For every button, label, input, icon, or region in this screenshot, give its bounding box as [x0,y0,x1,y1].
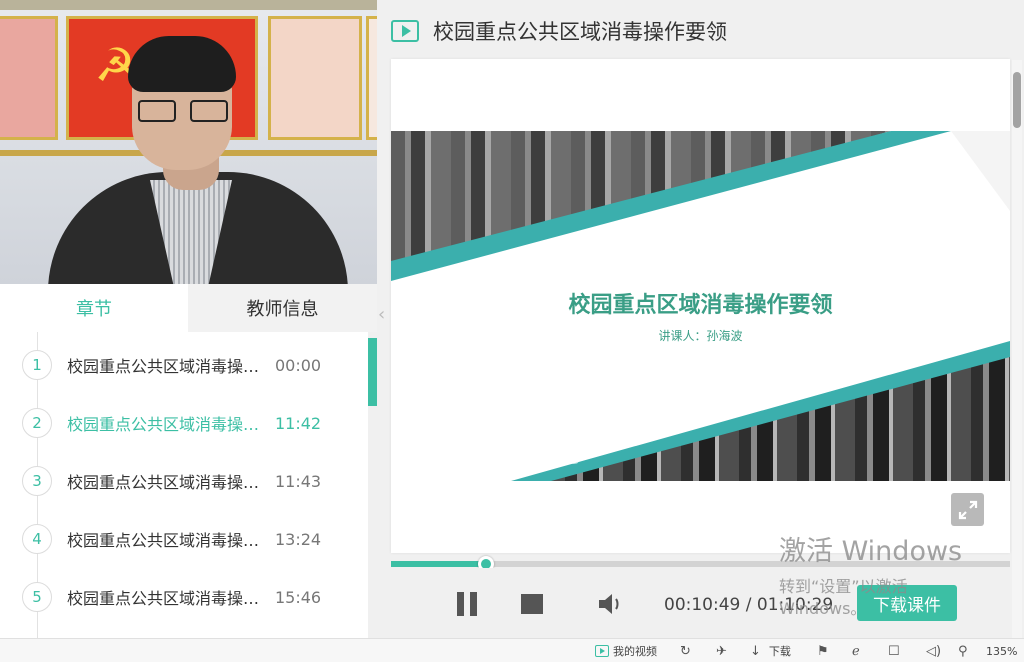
chapter-title: 校园重点公共区域消毒操作要领 [67,357,267,376]
stop-button[interactable] [521,594,543,614]
page-title: 校园重点公共区域消毒操作要领 [433,20,727,44]
chapter-title: 校园重点公共区域消毒操作要领 [67,415,267,434]
video-watermark-id: 4335825 [509,449,581,468]
download-courseware-button[interactable]: 下载课件 [857,585,957,621]
chapter-title: 校园重点公共区域消毒操作要领 [67,531,267,550]
speaker-icon [599,594,619,614]
presentation-slide: 校园重点区域消毒操作要领 讲课人：孙海波 4335825 [391,131,1010,481]
video-icon [595,645,609,657]
slide-title: 校园重点区域消毒操作要领 [568,293,833,318]
instructor-glasses [138,100,228,124]
refresh-icon[interactable]: ↻ [680,642,691,660]
chapter-number: 1 [22,350,52,380]
zoom-icon[interactable]: ⚲ [958,642,968,660]
wall-poster [366,16,377,140]
rocket-icon[interactable]: ✈ [716,642,727,660]
sidebar-tabs: 章节 教师信息 [0,284,377,332]
arrow-down-icon: ↓ [750,643,761,659]
chapter-scrollbar-thumb[interactable] [368,338,377,406]
chapter-time: 11:43 [275,471,322,491]
tab-teacher-info[interactable]: 教师信息 [188,284,377,332]
expand-icon [958,500,977,519]
chevron-left-icon[interactable]: ‹ [378,304,385,325]
volume-icon[interactable]: ◁) [926,642,941,660]
video-stage[interactable]: 校园重点区域消毒操作要领 讲课人：孙海波 4335825 [391,59,1010,553]
chapter-item-1[interactable]: 1 校园重点公共区域消毒操作要领 00:00 [0,336,368,394]
chapter-title: 校园重点公共区域消毒操作要领 [67,589,267,608]
left-panel: ☭ 章节 教师信息 1 校园重点公共区域消毒操作要领 00:00 2 校园重点公… [0,0,377,638]
player-controls: 00:10:49 / 01:10:29 下载课件 [391,568,1010,638]
chapter-list: 1 校园重点公共区域消毒操作要领 00:00 2 校园重点公共区域消毒操作要领 … [0,332,377,638]
course-header: 校园重点公共区域消毒操作要领 [391,14,727,48]
page-scrollbar[interactable] [1012,60,1022,638]
window-icon[interactable]: ☐ [888,642,900,660]
video-play-icon [391,20,419,42]
chapter-time: 11:42 [275,413,322,433]
chapter-title: 校园重点公共区域消毒操作要领 [67,473,267,492]
chapter-item-3[interactable]: 3 校园重点公共区域消毒操作要领 11:43 [0,452,368,510]
instructor-hair [128,36,236,92]
video-ceiling [0,0,377,10]
chapter-item-2[interactable]: 2 校园重点公共区域消毒操作要领 11:42 [0,394,368,452]
chapter-time: 00:00 [275,355,322,375]
chapter-item-5[interactable]: 5 校园重点公共区域消毒操作要领 15:46 [0,568,368,626]
flag-icon[interactable]: ⚑ [817,642,829,660]
tab-chapters[interactable]: 章节 [0,284,188,332]
my-video-button[interactable]: 我的视频 [595,642,657,660]
page-scrollbar-thumb[interactable] [1013,72,1021,128]
download-button[interactable]: ↓ 下载 [750,642,791,660]
browser-status-bar: 我的视频 ↻ ✈ ↓ 下载 ⚑ ℯ ☐ ◁) ⚲ 135% [0,638,1024,662]
wall-poster [0,16,58,140]
browser-icon[interactable]: ℯ [852,642,860,660]
progress-fill [391,561,487,567]
volume-button[interactable] [597,592,623,616]
chapter-number: 3 [22,466,52,496]
chapter-number: 4 [22,524,52,554]
chapter-time: 15:46 [275,587,322,607]
time-display: 00:10:49 / 01:10:29 [664,595,834,615]
video-progress-bar[interactable] [391,556,1010,572]
instructor-video[interactable]: ☭ [0,0,377,284]
chapter-item-4[interactable]: 4 校园重点公共区域消毒操作要领 13:24 [0,510,368,568]
chapter-time: 13:24 [275,529,322,549]
fullscreen-button[interactable] [951,493,984,526]
pause-button[interactable] [457,592,477,616]
zoom-level[interactable]: 135% [986,642,1017,660]
chapter-number: 5 [22,582,52,612]
slide-lecturer: 讲课人：孙海波 [658,329,743,343]
wall-poster [268,16,362,140]
chapter-number: 2 [22,408,52,438]
